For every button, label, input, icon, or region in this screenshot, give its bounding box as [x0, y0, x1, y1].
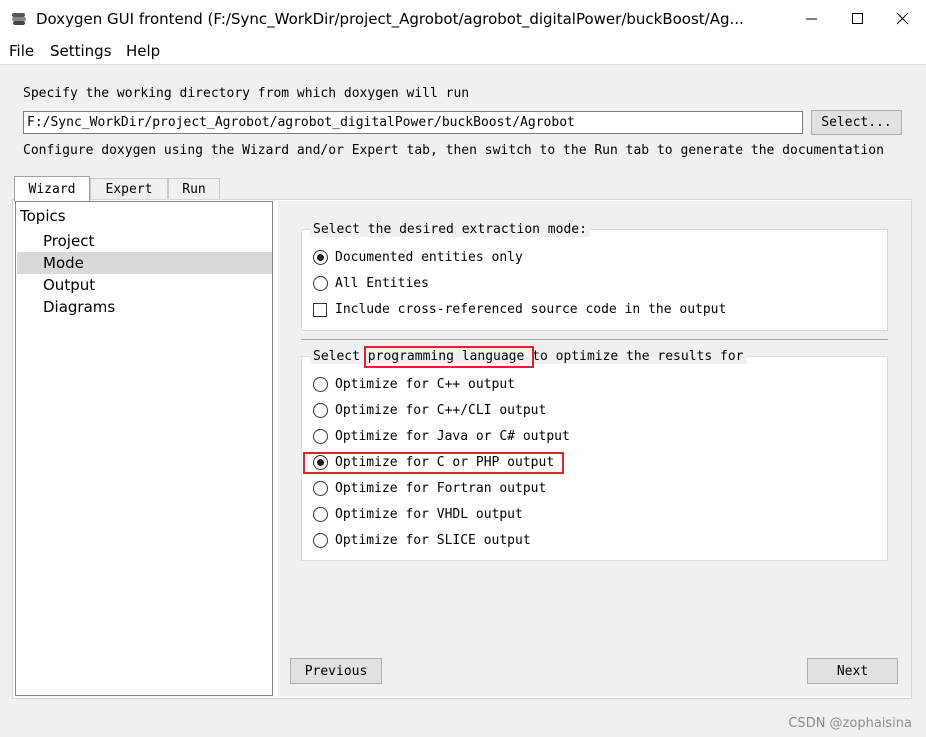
lang-fortran-label: Optimize for Fortran output [335, 481, 547, 496]
tab-expert[interactable]: Expert [90, 178, 168, 200]
extraction-documented-option[interactable]: Documented entities only [313, 250, 523, 265]
crossref-label: Include cross-referenced source code in … [335, 302, 727, 317]
documented-label: Documented entities only [335, 250, 523, 265]
topic-mode[interactable]: Mode [43, 254, 84, 272]
radio-all-entities[interactable] [313, 276, 328, 291]
topic-output[interactable]: Output [43, 276, 95, 294]
radio-vhdl[interactable] [313, 507, 328, 522]
lang-cpp-label: Optimize for C++ output [335, 377, 516, 392]
topics-tree[interactable]: Topics Project Mode Output Diagrams [15, 201, 273, 696]
radio-cpp[interactable] [313, 377, 328, 392]
config-hint: Configure doxygen using the Wizard and/o… [23, 143, 884, 158]
menu-help[interactable]: Help [126, 42, 160, 60]
menu-bar: File Settings Help [0, 38, 926, 65]
lang-slice-label: Optimize for SLICE output [335, 533, 531, 548]
topics-header[interactable]: Topics [20, 207, 66, 225]
lang-fortran-option[interactable]: Optimize for Fortran output [313, 481, 546, 496]
radio-documented[interactable] [313, 250, 328, 265]
previous-button[interactable]: Previous [290, 658, 382, 684]
watermark: CSDN @zophaisina [788, 716, 912, 731]
extraction-title: Select the desired extraction mode: [310, 222, 590, 237]
radio-cppcli[interactable] [313, 403, 328, 418]
window-title: Doxygen GUI frontend (F:/Sync_WorkDir/pr… [36, 10, 744, 28]
lang-cppcli-option[interactable]: Optimize for C++/CLI output [313, 403, 546, 418]
lang-cppcli-label: Optimize for C++/CLI output [335, 403, 547, 418]
menu-settings[interactable]: Settings [50, 42, 112, 60]
maximize-button[interactable] [835, 0, 881, 38]
select-dir-button[interactable]: Select... [811, 110, 902, 135]
close-icon [897, 13, 909, 25]
lang-vhdl-label: Optimize for VHDL output [335, 507, 523, 522]
extraction-all-option[interactable]: All Entities [313, 276, 429, 291]
lang-vhdl-option[interactable]: Optimize for VHDL output [313, 507, 523, 522]
minimize-icon [806, 18, 817, 20]
radio-java[interactable] [313, 429, 328, 444]
lang-java-option[interactable]: Optimize for Java or C# output [313, 429, 570, 444]
tab-run[interactable]: Run [168, 178, 220, 200]
crossref-option[interactable]: Include cross-referenced source code in … [313, 302, 726, 317]
group-separator [301, 339, 888, 340]
lang-java-label: Optimize for Java or C# output [335, 429, 570, 444]
highlight-box-language-title [364, 346, 534, 368]
next-button[interactable]: Next [807, 658, 898, 684]
maximize-icon [852, 13, 863, 24]
doxygen-app-icon [10, 10, 28, 28]
workdir-prompt: Specify the working directory from which… [23, 86, 470, 101]
radio-slice[interactable] [313, 533, 328, 548]
lang-slice-option[interactable]: Optimize for SLICE output [313, 533, 531, 548]
crossref-checkbox[interactable] [313, 302, 327, 317]
topic-project[interactable]: Project [43, 232, 94, 250]
menu-file[interactable]: File [9, 42, 34, 60]
close-button[interactable] [880, 0, 926, 38]
lang-cpp-option[interactable]: Optimize for C++ output [313, 377, 515, 392]
topic-diagrams[interactable]: Diagrams [43, 298, 115, 316]
minimize-button[interactable] [789, 0, 835, 38]
tab-wizard[interactable]: Wizard [14, 176, 90, 201]
workdir-input[interactable]: F:/Sync_WorkDir/project_Agrobot/agrobot_… [23, 111, 803, 134]
all-entities-label: All Entities [335, 276, 429, 291]
radio-fortran[interactable] [313, 481, 328, 496]
title-bar[interactable]: Doxygen GUI frontend (F:/Sync_WorkDir/pr… [0, 0, 926, 38]
highlight-box-c-php [303, 452, 564, 474]
